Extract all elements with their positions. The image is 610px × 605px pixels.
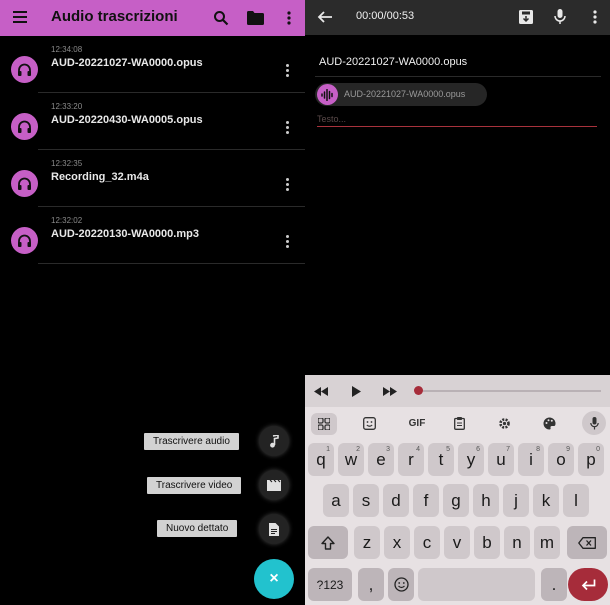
key-a[interactable]: a <box>323 484 349 517</box>
key-o[interactable]: o9 <box>548 443 574 476</box>
key-y[interactable]: y6 <box>458 443 484 476</box>
palette-icon[interactable] <box>538 413 560 433</box>
chip-label: AUD-20221027-WA0000.opus <box>344 89 466 99</box>
recording-name: AUD-20221027-WA0000.opus <box>51 57 203 69</box>
menu-icon[interactable] <box>13 11 27 23</box>
recording-time: 12:33:20 <box>51 102 83 111</box>
folder-icon[interactable] <box>246 8 264 28</box>
shift-key[interactable] <box>308 526 348 559</box>
more-vert-icon[interactable] <box>286 121 290 136</box>
backspace-key[interactable] <box>567 526 607 559</box>
key-e[interactable]: e3 <box>368 443 394 476</box>
recordings-list: 12:34:08 AUD-20221027-WA0000.opus 12:33:… <box>0 36 305 264</box>
rewind-icon[interactable] <box>313 384 329 398</box>
transcription-text-field[interactable]: Testo... <box>317 114 597 127</box>
transcribe-audio-label[interactable]: Trascrivere audio <box>144 433 239 450</box>
search-icon[interactable] <box>212 8 230 28</box>
settings-gear-icon[interactable] <box>493 413 515 433</box>
clipboard-icon[interactable] <box>448 413 470 433</box>
apps-grid-icon[interactable] <box>311 413 337 435</box>
key-t[interactable]: t5 <box>428 443 454 476</box>
audio-player <box>305 375 610 407</box>
key-x[interactable]: x <box>384 526 410 559</box>
headphones-icon <box>11 56 38 83</box>
recording-name: Recording_32.m4a <box>51 171 149 183</box>
emoji-key[interactable] <box>388 568 414 601</box>
period-key[interactable]: . <box>541 568 567 601</box>
comma-key[interactable]: , <box>358 568 384 601</box>
more-vert-icon[interactable] <box>286 64 290 79</box>
key-l[interactable]: l <box>563 484 589 517</box>
music-note-icon[interactable] <box>259 426 289 456</box>
document-icon[interactable] <box>259 514 289 544</box>
key-z[interactable]: z <box>354 526 380 559</box>
gif-button[interactable]: GIF <box>403 413 431 433</box>
headphones-icon <box>11 227 38 254</box>
key-r[interactable]: r4 <box>398 443 424 476</box>
headphones-icon <box>11 113 38 140</box>
headphones-icon <box>11 170 38 197</box>
key-q[interactable]: q1 <box>308 443 334 476</box>
video-clip-icon[interactable] <box>259 470 289 500</box>
key-w[interactable]: w2 <box>338 443 364 476</box>
key-k[interactable]: k <box>533 484 559 517</box>
divider <box>315 76 601 77</box>
playback-timer: 00:00/00:53 <box>356 10 415 22</box>
key-s[interactable]: s <box>353 484 379 517</box>
keyboard-mic-icon[interactable] <box>582 411 606 435</box>
editor-screen: 00:00/00:53 AUD-20221027-WA0000.opus AUD… <box>305 0 610 605</box>
app-title: Audio trascrizioni <box>51 8 178 25</box>
key-b[interactable]: b <box>474 526 500 559</box>
recording-time: 12:32:02 <box>51 216 83 225</box>
more-vert-icon[interactable] <box>286 178 290 193</box>
recording-name: AUD-20220130-WA0000.mp3 <box>51 228 199 240</box>
key-h[interactable]: h <box>473 484 499 517</box>
progress-track[interactable] <box>423 390 601 392</box>
more-vert-icon[interactable] <box>286 235 290 250</box>
sticker-icon[interactable] <box>358 413 380 433</box>
close-fab-button[interactable]: × <box>254 559 294 599</box>
key-d[interactable]: d <box>383 484 409 517</box>
key-i[interactable]: i8 <box>518 443 544 476</box>
more-vert-icon[interactable] <box>280 8 298 28</box>
list-item[interactable]: 12:32:35 Recording_32.m4a <box>0 150 305 207</box>
enter-key[interactable] <box>568 568 608 601</box>
list-item[interactable]: 12:32:02 AUD-20220130-WA0000.mp3 <box>0 207 305 264</box>
key-g[interactable]: g <box>443 484 469 517</box>
divider <box>38 263 305 264</box>
symbols-key[interactable]: ?123 <box>308 568 352 601</box>
key-c[interactable]: c <box>414 526 440 559</box>
key-j[interactable]: j <box>503 484 529 517</box>
recordings-screen: Audio trascrizioni 12:34:08 AUD-20221027… <box>0 0 305 605</box>
list-item[interactable]: 12:33:20 AUD-20220430-WA0005.opus <box>0 93 305 150</box>
mic-icon[interactable] <box>551 8 569 26</box>
app-bar: Audio trascrizioni <box>0 0 305 36</box>
key-v[interactable]: v <box>444 526 470 559</box>
space-key[interactable] <box>418 568 535 601</box>
save-icon[interactable] <box>517 8 535 26</box>
keyboard: GIF q1 w2 e3 r4 t5 y6 u7 i8 o9 p0 a s d … <box>305 407 610 605</box>
key-u[interactable]: u7 <box>488 443 514 476</box>
recording-time: 12:34:08 <box>51 45 83 54</box>
play-icon[interactable] <box>348 384 364 398</box>
list-item[interactable]: 12:34:08 AUD-20221027-WA0000.opus <box>0 36 305 93</box>
more-vert-icon[interactable] <box>586 8 604 26</box>
key-n[interactable]: n <box>504 526 530 559</box>
key-p[interactable]: p0 <box>578 443 604 476</box>
transcribe-video-label[interactable]: Trascrivere video <box>147 477 242 494</box>
progress-knob[interactable] <box>414 386 423 395</box>
file-title: AUD-20221027-WA0000.opus <box>319 56 468 68</box>
waveform-icon <box>317 84 338 105</box>
recording-time: 12:32:35 <box>51 159 83 168</box>
recording-name: AUD-20220430-WA0005.opus <box>51 114 203 126</box>
key-m[interactable]: m <box>534 526 560 559</box>
fast-forward-icon[interactable] <box>382 384 398 398</box>
new-dictation-label[interactable]: Nuovo dettato <box>157 520 238 537</box>
key-f[interactable]: f <box>413 484 439 517</box>
editor-top-bar: 00:00/00:53 <box>305 0 610 35</box>
back-arrow-icon[interactable] <box>317 9 333 25</box>
audio-file-chip[interactable]: AUD-20221027-WA0000.opus <box>315 83 487 106</box>
